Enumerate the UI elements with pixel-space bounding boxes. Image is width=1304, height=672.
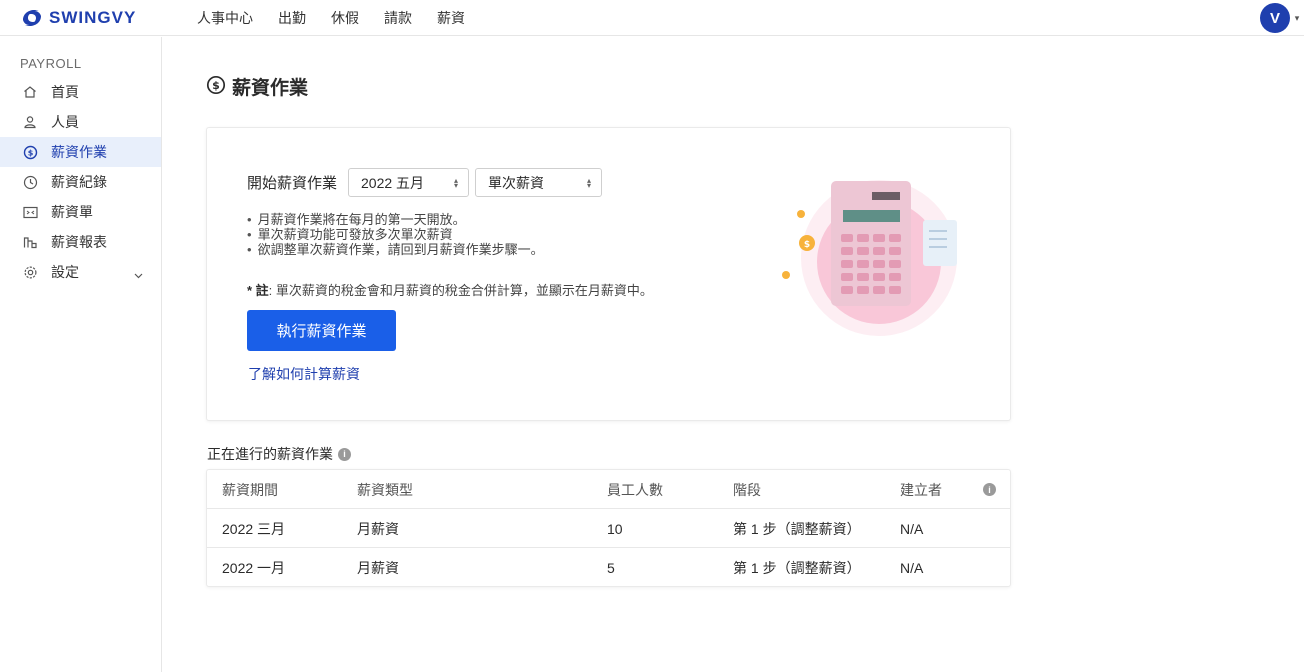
cell-period: 2022 三月: [222, 520, 286, 537]
payroll-run-icon: $: [206, 75, 226, 98]
sidebar-item-settings[interactable]: 設定: [0, 257, 161, 287]
history-icon: [22, 174, 38, 190]
avatar[interactable]: V: [1260, 3, 1290, 33]
payroll-run-icon: $: [22, 144, 38, 160]
info-bullets: 月薪資作業將在每月的第一天開放。 單次薪資功能可發放多次單次薪資 欲調整單次薪資…: [247, 212, 544, 257]
start-payroll-label: 開始薪資作業: [247, 175, 338, 192]
svg-text:$: $: [212, 79, 220, 92]
cell-type: 月薪資: [357, 520, 399, 537]
top-nav: 人事中心 出勤 休假 請款 薪資: [197, 8, 490, 28]
sidebar-item-label: 設定: [51, 264, 79, 280]
payslip-icon: [22, 204, 38, 220]
payroll-type-select[interactable]: 單次薪資 ▴ ▾: [475, 168, 603, 197]
sidebar-item-payroll-history[interactable]: 薪資紀錄: [0, 167, 161, 197]
payroll-type-select-value: 單次薪資: [488, 174, 545, 191]
chevron-down-icon[interactable]: ▾: [1290, 13, 1304, 24]
updown-arrows-icon: ▴ ▾: [587, 175, 592, 190]
top-bar: SWINGVY 人事中心 出勤 休假 請款 薪資 V ▾: [0, 0, 1304, 36]
svg-text:$: $: [27, 148, 33, 157]
swingvy-logo[interactable]: SWINGVY: [20, 7, 180, 29]
page-title: $ 薪資作業: [206, 73, 308, 100]
cell-employees: 5: [607, 559, 615, 576]
sidebar-item-label: 薪資單: [51, 204, 93, 220]
note-text: : 單次薪資的稅金會和月薪資的稅金合併計算，並顯示在月薪資中。: [268, 283, 653, 298]
sidebar-item-people[interactable]: 人員: [0, 107, 161, 137]
in-progress-title: 正在進行的薪資作業 i: [207, 444, 351, 464]
cell-stage: 第 1 步（調整薪資）: [733, 520, 861, 537]
sidebar-item-payroll-run[interactable]: $ 薪資作業: [0, 137, 161, 167]
column-header-stage: 階段: [733, 481, 761, 498]
calculator-illustration: $: [777, 178, 987, 361]
page-title-text: 薪資作業: [232, 78, 309, 99]
table-row[interactable]: 2022 三月 月薪資 10 第 1 步（調整薪資） N/A: [207, 509, 1010, 548]
note-prefix: * 註: [247, 283, 269, 298]
user-menu[interactable]: V ▾: [1260, 0, 1304, 36]
person-icon: [22, 114, 38, 130]
table-header-row: 薪資期間 薪資類型 員工人數 階段 建立者 i: [207, 470, 1010, 509]
column-header-period: 薪資期間: [222, 481, 278, 498]
period-select-value: 2022 五月: [361, 174, 425, 191]
cell-employees: 10: [607, 520, 623, 537]
sidebar-item-payroll-report[interactable]: 薪資報表: [0, 227, 161, 257]
swingvy-logo-icon: [23, 9, 41, 26]
sidebar-heading: PAYROLL: [20, 56, 82, 71]
tax-note: * 註: 單次薪資的稅金會和月薪資的稅金合併計算，並顯示在月薪資中。: [247, 280, 653, 299]
sidebar-item-label: 薪資報表: [51, 234, 107, 250]
cell-creator: N/A: [900, 559, 924, 576]
column-header-type: 薪資類型: [357, 481, 413, 498]
table-row[interactable]: 2022 一月 月薪資 5 第 1 步（調整薪資） N/A: [207, 548, 1010, 587]
svg-text:$: $: [804, 240, 810, 250]
updown-arrows-icon: ▴ ▾: [454, 175, 459, 190]
topnav-claims[interactable]: 請款: [384, 8, 412, 28]
sidebar-item-label: 人員: [51, 114, 79, 130]
chevron-down-icon[interactable]: [134, 266, 143, 282]
topnav-attendance[interactable]: 出勤: [278, 8, 306, 28]
section-title-text: 正在進行的薪資作業: [207, 446, 333, 462]
cell-period: 2022 一月: [222, 559, 286, 576]
list-item: 月薪資作業將在每月的第一天開放。: [247, 212, 544, 227]
run-payroll-button[interactable]: 執行薪資作業: [247, 310, 396, 351]
home-icon: [22, 84, 38, 100]
brand-name: SWINGVY: [49, 7, 137, 27]
sidebar: PAYROLL 首頁 人員 $ 薪資作業 薪資紀錄 薪資單 薪資報表 設定: [0, 37, 162, 672]
sidebar-item-home[interactable]: 首頁: [0, 77, 161, 107]
list-item: 單次薪資功能可發放多次單次薪資: [247, 227, 544, 242]
period-select[interactable]: 2022 五月 ▴ ▾: [348, 168, 470, 197]
sidebar-item-label: 薪資作業: [51, 144, 107, 160]
cell-type: 月薪資: [357, 559, 399, 576]
info-icon[interactable]: i: [983, 470, 996, 509]
sidebar-item-label: 首頁: [51, 84, 79, 100]
sidebar-item-label: 薪資紀錄: [51, 174, 107, 190]
column-header-employees: 員工人數: [607, 481, 663, 498]
in-progress-table: 薪資期間 薪資類型 員工人數 階段 建立者 i 2022 三月 月薪資 10 第…: [206, 469, 1011, 587]
column-header-creator: 建立者: [900, 481, 942, 498]
gear-icon: [22, 264, 38, 280]
learn-payroll-link[interactable]: 了解如何計算薪資: [248, 364, 360, 384]
start-payroll-card: 開始薪資作業 2022 五月 ▴▾ 單次薪資 ▴▾ 月薪資作業將在每月的第一天開…: [206, 127, 1011, 421]
list-item: 欲調整單次薪資作業，請回到月薪資作業步驟一。: [247, 242, 544, 257]
sidebar-item-payslip[interactable]: 薪資單: [0, 197, 161, 227]
topnav-leave[interactable]: 休假: [331, 8, 359, 28]
info-icon[interactable]: i: [338, 447, 351, 461]
cell-creator: N/A: [900, 520, 924, 537]
report-icon: [22, 234, 38, 250]
cell-stage: 第 1 步（調整薪資）: [733, 559, 861, 576]
topnav-hr-center[interactable]: 人事中心: [197, 8, 253, 28]
topnav-payroll[interactable]: 薪資: [437, 8, 465, 28]
start-payroll-row: 開始薪資作業 2022 五月 ▴ ▾ 單次薪資 ▴ ▾: [247, 168, 608, 197]
